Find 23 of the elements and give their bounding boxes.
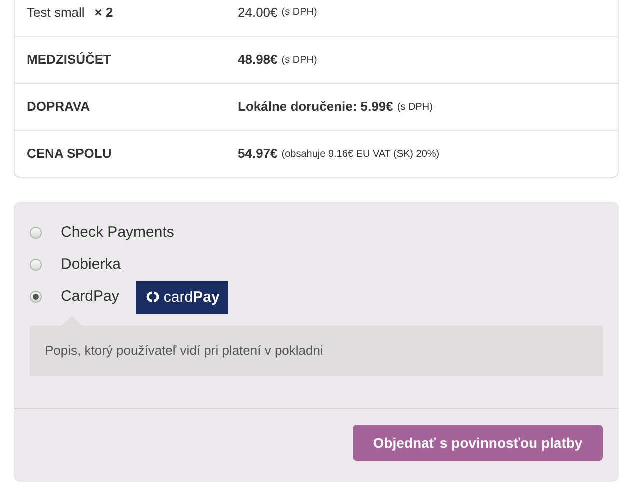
row-value: 54.97€ — [238, 145, 278, 164]
row-label: DOPRAVA — [27, 98, 90, 116]
tax-note: (obsahuje 9.16€ EU VAT (SK) 20%) — [282, 148, 440, 162]
row-label: CENA SPOLU — [27, 145, 112, 164]
tax-note: (s DPH) — [397, 100, 433, 114]
cardpay-logo: cardPay — [136, 280, 228, 314]
card-symbol-icon — [144, 291, 161, 303]
row-label: MEDZISÚČET — [27, 51, 112, 70]
row-value: 24.00€ — [238, 4, 278, 22]
tax-note: (s DPH) — [282, 54, 318, 68]
radio-button[interactable] — [30, 291, 42, 303]
row-value: 48.98€ — [238, 51, 278, 70]
product-name: Test small — [27, 4, 85, 22]
payment-method-label[interactable]: Dobierka — [61, 254, 122, 276]
radio-button[interactable] — [30, 259, 42, 271]
row-value: Lokálne doručenie: 5.99€ — [238, 98, 394, 116]
radio-button[interactable] — [30, 227, 42, 239]
tax-note: (s DPH) — [282, 6, 318, 20]
place-order-button[interactable]: Objednať s povinnosťou platby — [353, 425, 603, 461]
payment-method-label[interactable]: CardPay — [61, 286, 120, 308]
payment-description: Popis, ktorý používateľ vidí pri platení v pokladni — [45, 342, 324, 360]
product-quantity: × 2 — [94, 4, 114, 22]
payment-method-label[interactable]: Check Payments — [61, 222, 174, 244]
